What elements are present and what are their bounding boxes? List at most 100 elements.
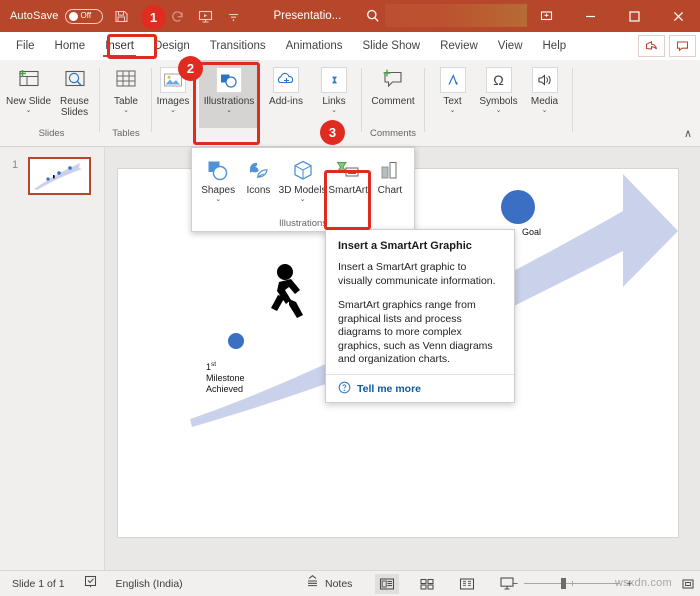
pane-divider[interactable] [105,147,118,570]
thumbnail-slide-number: 1 [12,159,19,171]
shapes-icon [206,156,230,182]
chevron-down-icon[interactable]: ⌄ [26,107,32,115]
search-box[interactable] [385,4,527,27]
text-label: Text [443,96,462,107]
language-indicator[interactable]: English (India) [116,578,183,590]
start-presentation-icon[interactable] [197,8,214,25]
table-icon [112,65,140,93]
customize-qat-icon[interactable] [225,8,242,25]
symbols-button[interactable]: Ω Symbols ⌄ [476,60,522,128]
chevron-down-icon[interactable]: ⌄ [331,107,337,115]
links-label: Links [322,96,346,107]
icons-button[interactable]: Icons [238,154,278,204]
ribbon-group-slides: New Slide ⌄ Reuse Slides Slides [4,60,99,147]
chart-icon [378,156,402,182]
tab-home[interactable]: Home [45,32,96,60]
reading-view-icon[interactable] [455,574,479,594]
notes-label: Notes [325,577,353,590]
ribbon-group-comments: Comment Comments [363,60,423,147]
normal-view-icon[interactable] [375,573,399,594]
zoom-slider-thumb[interactable] [560,578,566,589]
close-icon[interactable] [656,0,700,32]
tooltip-paragraph-2: SmartArt graphics range from graphical l… [338,299,493,365]
tab-animations[interactable]: Animations [276,32,353,60]
tell-me-more-label: Tell me more [357,383,421,395]
step-badge-2: 2 [178,56,203,81]
shapes-button[interactable]: Shapes ⌄ [198,154,238,204]
accessibility-checker-icon[interactable] [83,574,98,594]
media-button[interactable]: Media ⌄ [522,60,568,128]
add-ins-button[interactable]: Add-ins [263,60,309,128]
save-icon[interactable] [113,8,130,25]
autosave-label: AutoSave [10,10,59,22]
share-icon[interactable] [638,35,665,57]
table-label: Table [114,96,138,107]
comment-button[interactable]: Comment [363,60,423,128]
slide-indicator[interactable]: Slide 1 of 1 [12,578,65,590]
autosave-state-label: Off [80,11,92,20]
tab-review[interactable]: Review [430,32,488,60]
chevron-down-icon[interactable]: ⌄ [123,107,129,115]
zoom-out-button[interactable]: − [512,578,518,590]
illustrations-button[interactable]: Illustrations ⌄ [199,60,259,128]
minimize-icon[interactable] [568,0,612,32]
ribbon-group-label-comments: Comments [370,128,416,139]
ribbon-right-buttons [638,35,696,57]
slide-sorter-icon[interactable] [415,574,439,594]
tab-transitions[interactable]: Transitions [200,32,276,60]
add-ins-label: Add-ins [269,96,303,107]
dropdown-group-label: Illustrations [278,218,328,229]
search-icon[interactable] [365,8,381,24]
tab-slide-show[interactable]: Slide Show [353,32,431,60]
tooltip-title: Insert a SmartArt Graphic [338,240,472,252]
reuse-slides-button[interactable]: Reuse Slides [52,60,98,128]
title-bar: AutoSave Off Presentatio... [0,0,700,32]
links-button[interactable]: Links ⌄ [311,60,357,128]
symbols-label: Symbols [479,96,518,107]
autosave-toggle[interactable]: Off [64,8,103,24]
notes-button[interactable]: Notes [305,574,352,593]
illustrations-dropdown-items: Shapes ⌄ Icons 3D Models ⌄ SmartArt Char… [192,148,414,204]
chevron-down-icon[interactable]: ⌄ [300,196,306,204]
tab-help[interactable]: Help [533,32,577,60]
tab-file[interactable]: File [6,32,45,60]
maximize-icon[interactable] [612,0,656,32]
status-bar: Slide 1 of 1 English (India) Notes − + [0,570,700,596]
restore-down-icon[interactable] [524,0,568,32]
chevron-down-icon[interactable]: ⌄ [542,107,548,115]
ribbon-body: New Slide ⌄ Reuse Slides Slides Table ⌄ … [0,60,700,147]
chevron-down-icon[interactable]: ⌄ [226,107,232,115]
collapse-ribbon-button[interactable]: ∧ [684,127,692,140]
slide-thumbnail-1[interactable] [28,157,91,195]
chevron-down-icon[interactable]: ⌄ [450,107,456,115]
zoom-slider[interactable] [524,578,621,589]
ribbon-group-text-symbols-media: Text ⌄ Ω Symbols ⌄ Media ⌄ [426,60,571,147]
document-title: Presentatio... [273,10,342,22]
text-button[interactable]: Text ⌄ [430,60,476,128]
chevron-down-icon[interactable]: ⌄ [170,107,176,115]
comments-icon[interactable] [669,35,696,57]
ribbon-separator [99,68,100,132]
autosave-control[interactable]: AutoSave Off [10,8,103,24]
chevron-down-icon[interactable]: ⌄ [215,196,221,204]
tooltip-divider [326,374,514,375]
media-label: Media [530,96,559,107]
ribbon-group-illustrations: Images ⌄ Illustrations ⌄ [143,60,263,147]
tab-insert[interactable]: Insert [95,32,144,60]
slide-thumbnail-pane: 1 [0,147,105,570]
smartart-button[interactable]: SmartArt [327,154,370,204]
fit-slide-icon[interactable] [681,577,695,591]
chart-button[interactable]: Chart [370,154,410,204]
quick-access-toolbar [113,8,242,25]
thumbnail-preview [34,163,82,190]
smartart-icon [335,156,361,182]
chevron-down-icon[interactable]: ⌄ [496,107,502,115]
step-badge-1: 1 [141,5,166,30]
window-controls [524,0,700,32]
view-buttons [375,573,519,594]
tell-me-more-link[interactable]: Tell me more [338,381,421,397]
redo-icon[interactable] [169,8,186,25]
tab-view[interactable]: View [488,32,533,60]
new-slide-button[interactable]: New Slide ⌄ [6,60,52,128]
3d-models-button[interactable]: 3D Models ⌄ [279,154,327,204]
